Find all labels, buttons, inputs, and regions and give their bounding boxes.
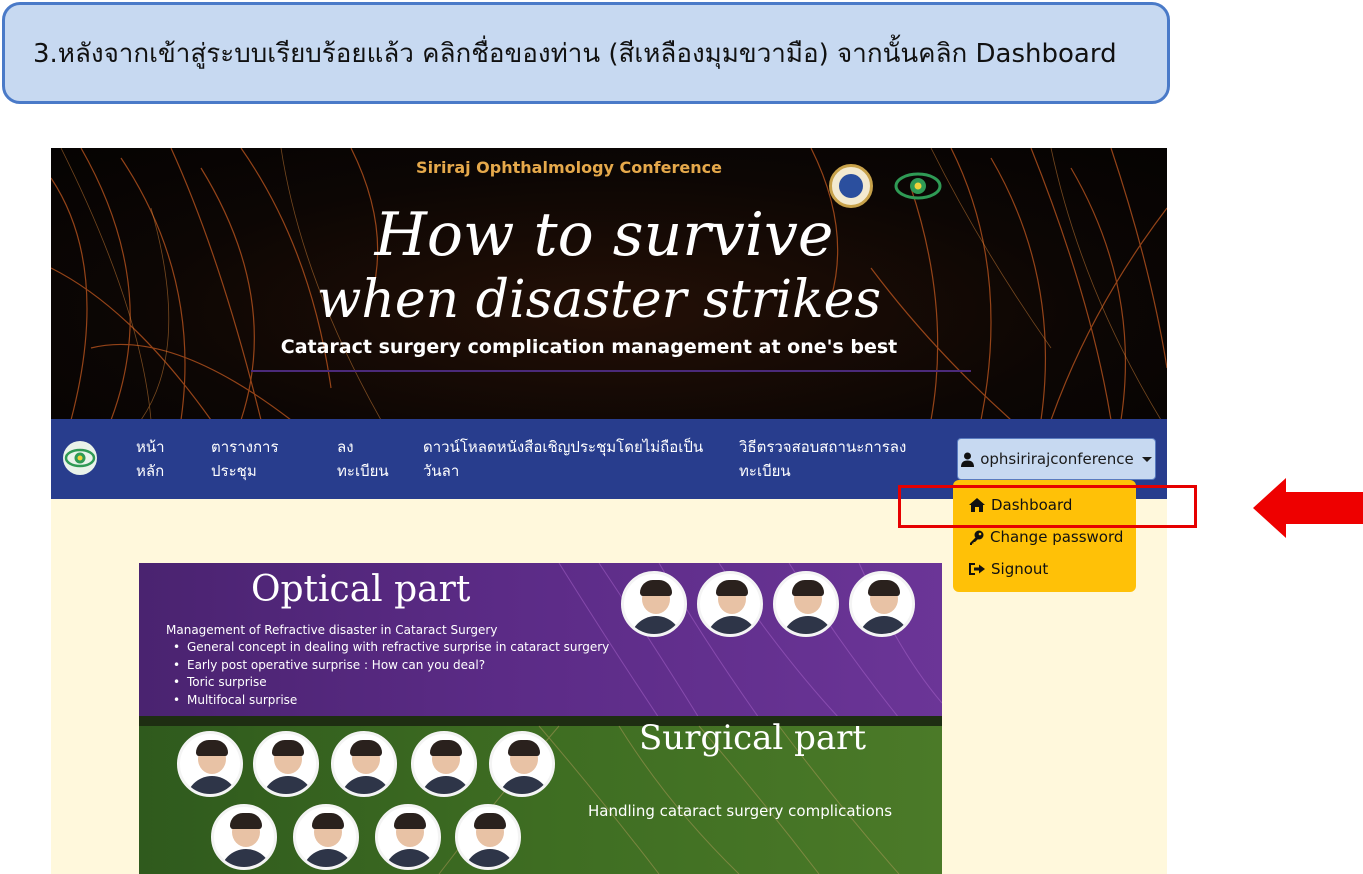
optical-topic: Toric surprise bbox=[169, 674, 609, 692]
nav-register-line1: ลง bbox=[337, 438, 354, 456]
optical-title: Optical part bbox=[251, 569, 471, 610]
nav-home-line2: หลัก bbox=[136, 462, 165, 480]
banner-title-line1: How to survive bbox=[374, 200, 834, 270]
speaker-photo bbox=[455, 804, 521, 870]
change-password-label: Change password bbox=[990, 528, 1124, 546]
banner-underline bbox=[251, 370, 971, 372]
nav-schedule-line1: ตารางการ bbox=[211, 438, 279, 456]
speaker-photo bbox=[411, 731, 477, 797]
nav-status-line1: วิธีตรวจสอบสถานะการลง bbox=[739, 438, 907, 456]
speaker-photo bbox=[375, 804, 441, 870]
optical-topic: Early post operative surprise : How can … bbox=[169, 657, 609, 675]
optical-topics: General concept in dealing with refracti… bbox=[169, 639, 609, 709]
speaker-photo bbox=[211, 804, 277, 870]
highlight-box bbox=[898, 485, 1197, 528]
instruction-box: 3.หลังจากเข้าสู่ระบบเรียบร้อยแล้ว คลิกชื… bbox=[2, 2, 1170, 104]
site-logo-icon[interactable] bbox=[61, 439, 99, 477]
nav-schedule[interactable]: ตารางการ ประชุม bbox=[211, 435, 279, 483]
instruction-text: 3.หลังจากเข้าสู่ระบบเรียบร้อยแล้ว คลิกชื… bbox=[33, 38, 1117, 69]
nav-download-line2: วันลา bbox=[423, 462, 460, 480]
surgical-subtitle: Handling cataract surgery complications bbox=[588, 802, 893, 820]
surgical-section: Surgical part Handling cataract surgery … bbox=[139, 716, 942, 874]
nav-register-line2: ทะเบียน bbox=[337, 462, 389, 480]
nav-home-line1: หน้า bbox=[136, 438, 165, 456]
user-dropdown-button[interactable]: ophsirirajconference bbox=[957, 438, 1156, 480]
signout-menu-item[interactable]: Signout bbox=[969, 560, 1048, 578]
conference-name: Siriraj Ophthalmology Conference bbox=[416, 158, 722, 177]
speaker-photo bbox=[331, 731, 397, 797]
speaker-photo bbox=[697, 571, 763, 637]
speaker-photo bbox=[621, 571, 687, 637]
speaker-photo bbox=[293, 804, 359, 870]
speaker-photo bbox=[489, 731, 555, 797]
page: 3.หลังจากเข้าสู่ระบบเรียบร้อยแล้ว คลิกชื… bbox=[0, 0, 1363, 874]
optical-topic: Multifocal surprise bbox=[169, 692, 609, 710]
nav-download-line1: ดาวน์โหลดหนังสือเชิญประชุมโดยไม่ถือเป็น bbox=[423, 438, 704, 456]
key-icon bbox=[970, 530, 984, 545]
change-password-menu-item[interactable]: Change password bbox=[969, 528, 1123, 546]
nav-status-line2: ทะเบียน bbox=[739, 462, 791, 480]
optical-topic: General concept in dealing with refracti… bbox=[169, 639, 609, 657]
caret-down-icon bbox=[1141, 456, 1152, 462]
program-poster: Optical part Management of Refractive di… bbox=[139, 563, 942, 874]
banner-subtitle: Cataract surgery complication management… bbox=[280, 336, 898, 358]
optical-section: Optical part Management of Refractive di… bbox=[139, 563, 942, 718]
speaker-photo bbox=[177, 731, 243, 797]
signout-label: Signout bbox=[991, 560, 1049, 578]
sign-out-icon bbox=[969, 563, 985, 575]
banner-title-line2: when disaster strikes bbox=[316, 270, 882, 330]
conference-banner: Siriraj Ophthalmology Conference How to … bbox=[51, 148, 1167, 420]
user-icon bbox=[961, 452, 975, 467]
nav-register[interactable]: ลง ทะเบียน bbox=[337, 435, 389, 483]
nav-check-status[interactable]: วิธีตรวจสอบสถานะการลง ทะเบียน bbox=[739, 435, 906, 483]
speaker-photo bbox=[849, 571, 915, 637]
optical-subtitle: Management of Refractive disaster in Cat… bbox=[166, 623, 498, 637]
nav-home[interactable]: หน้า หลัก bbox=[136, 435, 165, 483]
speaker-photo bbox=[253, 731, 319, 797]
nav-schedule-line2: ประชุม bbox=[211, 462, 257, 480]
surgical-title: Surgical part bbox=[639, 718, 867, 758]
nav-download-invitation[interactable]: ดาวน์โหลดหนังสือเชิญประชุมโดยไม่ถือเป็น … bbox=[423, 435, 703, 483]
pointer-arrow-icon bbox=[1253, 478, 1363, 538]
speaker-photo bbox=[773, 571, 839, 637]
user-name: ophsirirajconference bbox=[980, 450, 1134, 468]
